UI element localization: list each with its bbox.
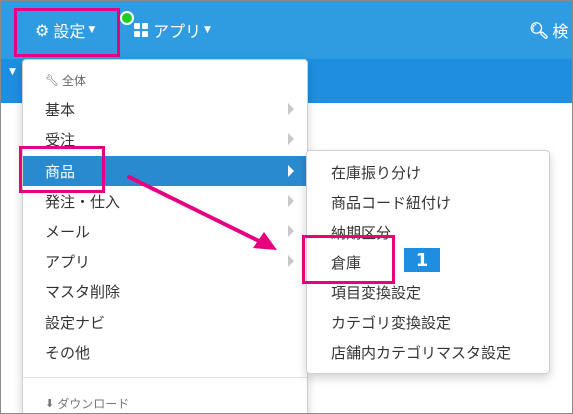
screenshot-frame: ⚙ 設定 ▼ アプリ ▼ 🔍︎ 検 ▼ 🔧︎ 全体 基本 受注 商品 発注・仕入… [0,0,573,414]
pointer-arrow [127,175,277,250]
